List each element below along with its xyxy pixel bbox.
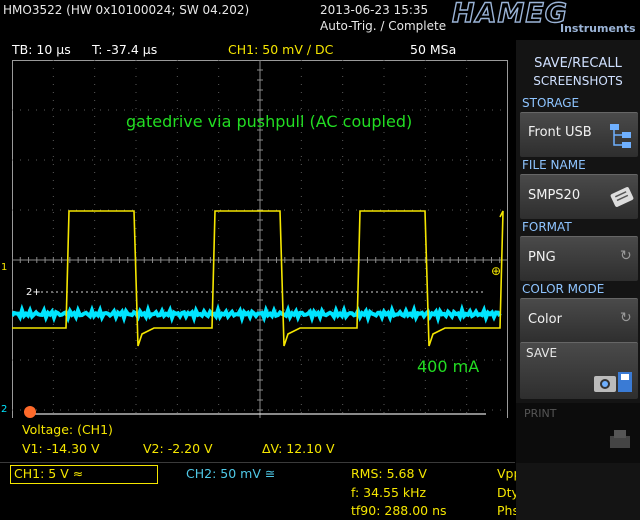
rotate-knob-icon: ↻ — [620, 310, 632, 326]
format-value: PNG — [528, 250, 556, 265]
brand-subtitle: Instruments — [560, 22, 636, 35]
channel-setting: CH1: 50 mV ∕ DC — [228, 42, 334, 57]
ch2-trace — [12, 303, 502, 325]
edit-keyboard-icon — [610, 187, 634, 207]
ch2-status[interactable]: CH2: 50 mV ≅ — [186, 466, 275, 481]
sample-rate: 50 MSa — [410, 42, 457, 57]
panel-title: SAVE/RECALL — [534, 56, 622, 71]
cursor-v2: V2: -2.20 V — [143, 441, 213, 456]
save-label: SAVE — [526, 346, 558, 360]
filename-heading: FILE NAME — [522, 158, 586, 172]
folder-tree-icon — [610, 124, 631, 148]
timebase-setting: TB: 10 µs — [12, 42, 71, 57]
date-time: 2013-06-23 15:35 — [320, 3, 429, 17]
trigger-level-icon[interactable]: ⊕ — [491, 264, 501, 278]
print-label: PRINT — [524, 407, 557, 420]
instrument-model: HMO3522 (HW 0x10100024; SW 04.202) — [3, 3, 250, 17]
printer-icon — [610, 430, 630, 448]
storage-value: Front USB — [528, 125, 592, 140]
panel-subtitle: SCREENSHOTS — [533, 74, 623, 88]
colormode-heading: COLOR MODE — [522, 282, 605, 296]
cursor-delta: ΔV: 12.10 V — [262, 441, 335, 456]
divider — [0, 462, 515, 463]
ch1-marker[interactable]: 1 — [1, 262, 7, 273]
filename-value: SMPS20 — [528, 188, 581, 203]
cursor-v1: V1: -14.30 V — [22, 441, 100, 456]
annotation-text: gatedrive via pushpull (AC coupled) — [126, 112, 413, 131]
acquisition-status: Auto-Trig. / Complete — [320, 19, 447, 33]
cursor-label: 2+ — [26, 287, 41, 298]
meas-fall-time: tf90: 288.00 ns — [351, 503, 447, 518]
ch1-status[interactable]: CH1: 5 V ≈ — [14, 466, 83, 481]
storage-heading: STORAGE — [522, 96, 580, 110]
rotate-knob-icon: ↻ — [620, 248, 632, 264]
trigger-time-setting: T: -37.4 µs — [92, 42, 158, 57]
trigger-position-icon[interactable] — [24, 406, 36, 418]
brand-logo: HAMEG — [451, 0, 568, 30]
camera-save-icon — [594, 372, 632, 392]
ch1-trace — [12, 210, 504, 347]
current-label: 400 mA — [417, 357, 480, 376]
meas-rms: RMS: 5.68 V — [351, 466, 427, 481]
cursor-title: Voltage: (CH1) — [22, 422, 113, 437]
colormode-value: Color — [528, 312, 562, 327]
ch2-marker[interactable]: 2 — [1, 404, 7, 415]
meas-frequency: f: 34.55 kHz — [351, 485, 427, 500]
format-heading: FORMAT — [522, 220, 572, 234]
